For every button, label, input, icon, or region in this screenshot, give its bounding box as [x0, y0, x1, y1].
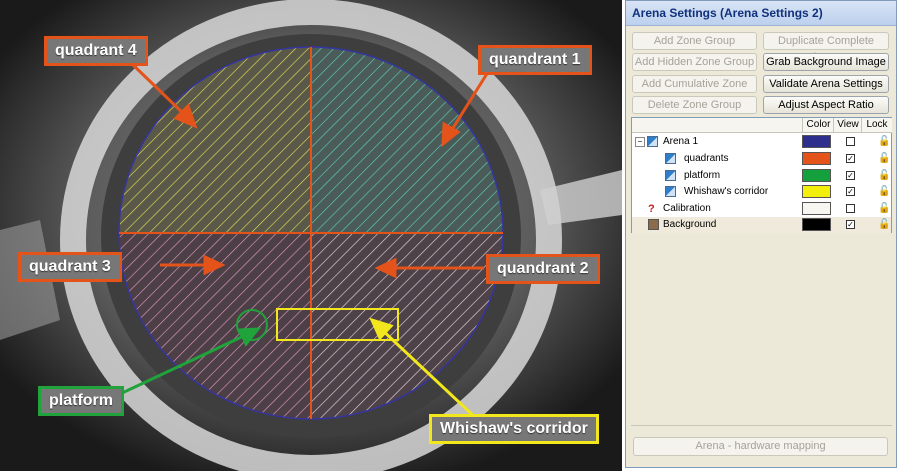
tree-label: Background — [663, 219, 717, 230]
hardware-mapping-button[interactable]: Arena - hardware mapping — [633, 437, 888, 456]
duplicate-arena-button[interactable]: Duplicate Complete Arena — [763, 32, 889, 63]
arena-tree: Color View Lock − Arena 1 🔓 quadrants ✓ … — [631, 117, 892, 233]
color-swatch[interactable] — [802, 152, 831, 165]
unlock-icon[interactable]: 🔓 — [878, 217, 890, 233]
color-swatch[interactable] — [802, 218, 831, 231]
tree-row-platform[interactable]: platform ✓ 🔓 — [632, 168, 891, 184]
arena-settings-panel: Arena Settings (Arena Settings 2) Add Zo… — [625, 0, 897, 468]
add-cumulative-zone-button[interactable]: Add Cumulative Zone — [632, 75, 757, 93]
column-view[interactable]: View — [833, 118, 862, 133]
tree-label: Arena 1 — [663, 136, 699, 147]
column-color[interactable]: Color — [802, 118, 834, 133]
tree-row-arena[interactable]: − Arena 1 🔓 — [632, 134, 891, 150]
tree-label: quadrants — [684, 153, 729, 164]
view-checkbox[interactable]: ✓ — [846, 220, 855, 229]
view-checkbox[interactable]: ✓ — [846, 154, 855, 163]
callout-quadrant-4: quadrant 4 — [44, 36, 148, 66]
tree-row-quadrants[interactable]: quadrants ✓ 🔓 — [632, 151, 891, 167]
callout-corridor: Whishaw's corridor — [429, 414, 599, 444]
unlock-icon[interactable]: 🔓 — [878, 184, 890, 200]
view-checkbox[interactable] — [846, 204, 855, 213]
zone-icon — [665, 170, 676, 181]
tree-row-background[interactable]: Background ✓ 🔓 — [632, 217, 891, 233]
tree-label: Whishaw's corridor — [684, 186, 769, 197]
unlock-icon[interactable]: 🔓 — [878, 134, 890, 150]
tree-label: platform — [684, 170, 721, 181]
delete-zone-group-button[interactable]: Delete Zone Group — [632, 96, 757, 114]
unlock-icon[interactable]: 🔓 — [878, 201, 890, 217]
view-checkbox[interactable] — [846, 137, 855, 146]
callout-quadrant-3: quadrant 3 — [18, 252, 122, 282]
unlock-icon[interactable]: 🔓 — [878, 168, 890, 184]
grab-background-button[interactable]: Grab Background Image — [763, 53, 889, 71]
color-swatch[interactable] — [802, 185, 831, 198]
image-icon — [648, 219, 659, 230]
unlock-icon[interactable]: 🔓 — [878, 151, 890, 167]
tree-row-calibration[interactable]: ? Calibration 🔓 — [632, 201, 891, 217]
camera-view: quadrant 4 quandrant 1 quadrant 3 quandr… — [0, 0, 622, 471]
color-swatch[interactable] — [802, 169, 831, 182]
question-mark-icon: ? — [648, 203, 655, 215]
adjust-aspect-button[interactable]: Adjust Aspect Ratio — [763, 96, 889, 114]
callout-quadrant-2: quandrant 2 — [486, 254, 600, 284]
column-lock[interactable]: Lock — [861, 118, 892, 133]
add-zone-group-button[interactable]: Add Zone Group — [632, 32, 757, 50]
tree-label: Calibration — [663, 203, 711, 214]
callout-quadrant-1: quandrant 1 — [478, 45, 592, 75]
minus-box-icon[interactable]: − — [635, 137, 645, 147]
zone-icon — [665, 153, 676, 164]
view-checkbox[interactable]: ✓ — [846, 187, 855, 196]
tree-row-corridor[interactable]: Whishaw's corridor ✓ 🔓 — [632, 184, 891, 200]
arena-icon — [647, 136, 658, 147]
validate-settings-button[interactable]: Validate Arena Settings — [763, 75, 889, 93]
add-hidden-zone-group-button[interactable]: Add Hidden Zone Group — [632, 53, 757, 71]
color-swatch[interactable] — [802, 202, 831, 215]
zone-icon — [665, 186, 676, 197]
panel-footer: Arena - hardware mapping — [631, 425, 892, 466]
color-swatch[interactable] — [802, 135, 831, 148]
callout-platform: platform — [38, 386, 124, 416]
panel-title: Arena Settings (Arena Settings 2) — [626, 1, 896, 26]
view-checkbox[interactable]: ✓ — [846, 171, 855, 180]
